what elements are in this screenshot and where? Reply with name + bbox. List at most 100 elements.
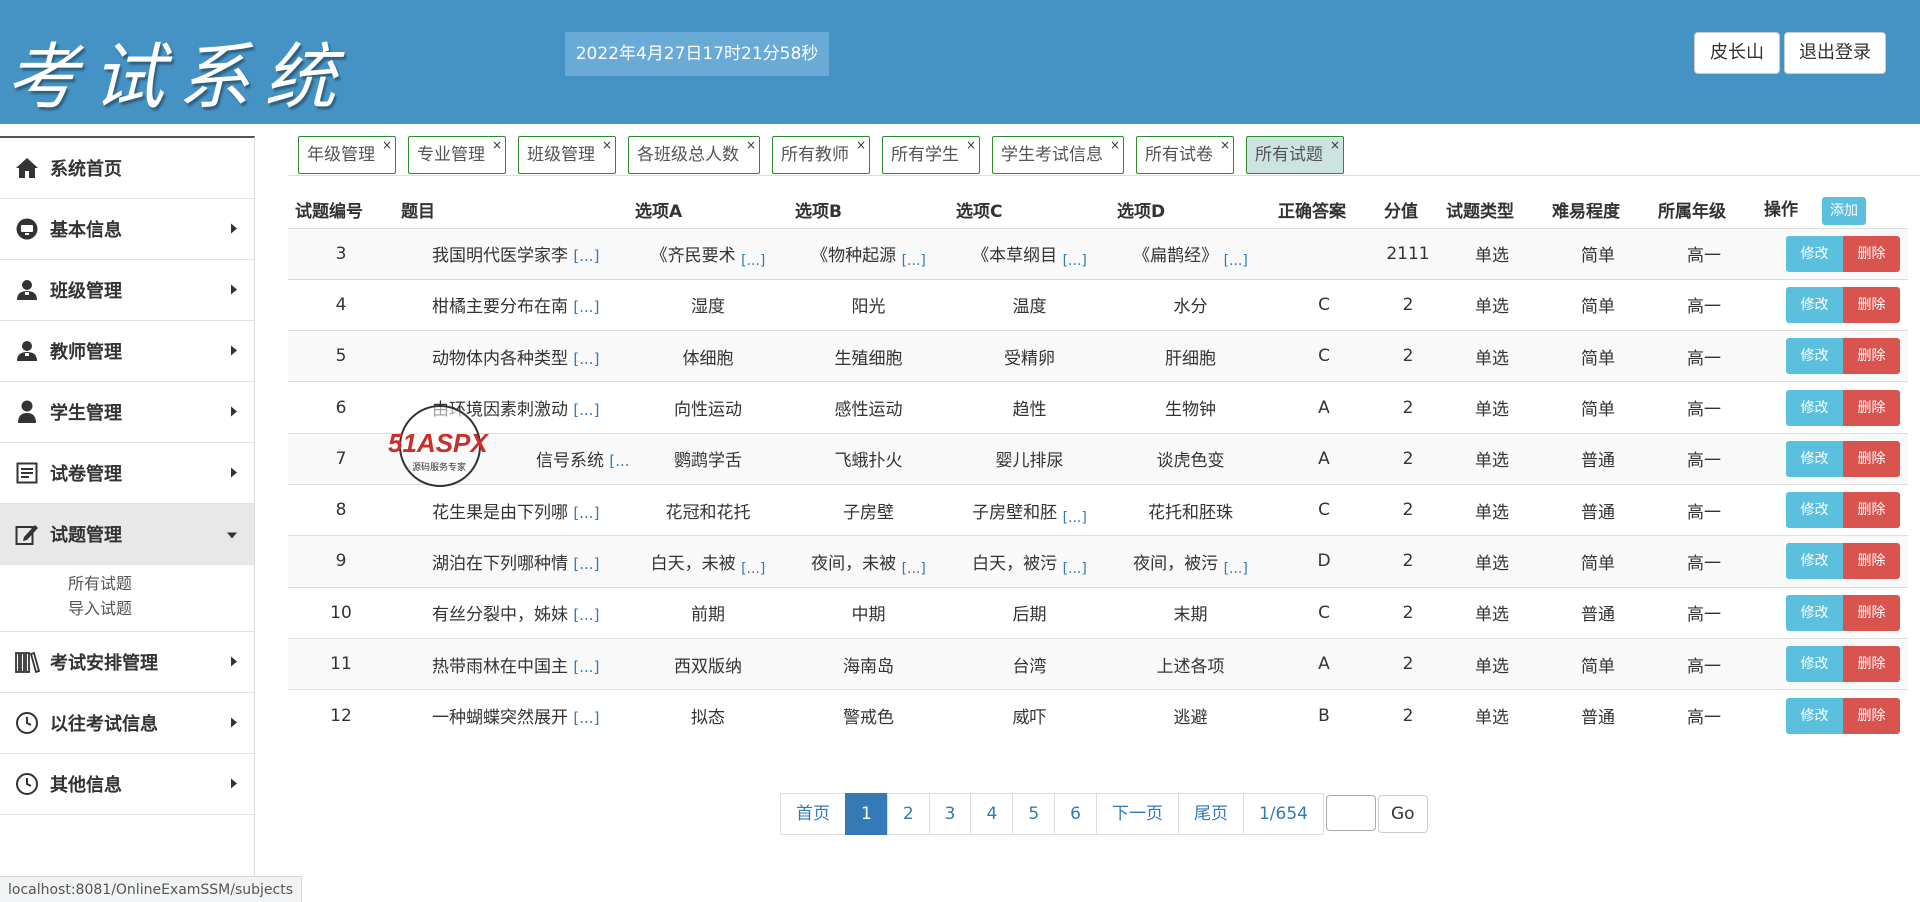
delete-button[interactable]: 删除	[1843, 543, 1900, 580]
more-link[interactable]: [...]	[741, 561, 765, 577]
page-4-button[interactable]: 4	[970, 793, 1014, 835]
tab-all-teachers[interactable]: 所有教师 ×	[772, 136, 870, 174]
more-link[interactable]: [...]	[1063, 253, 1087, 269]
cell-type: 单选	[1439, 381, 1545, 434]
delete-button[interactable]: 删除	[1843, 594, 1900, 631]
more-link[interactable]: [...]	[573, 298, 599, 316]
logout-button[interactable]: 退出登录	[1784, 32, 1886, 74]
close-icon[interactable]: ×	[746, 138, 756, 152]
edit-button[interactable]: 修改	[1786, 440, 1843, 477]
more-link[interactable]: [...]	[573, 401, 599, 419]
more-link[interactable]: [...]	[573, 709, 599, 727]
tab-class-management[interactable]: 班级管理 ×	[518, 136, 616, 174]
sidebar-item-class-management[interactable]: 班级管理	[0, 260, 254, 321]
edit-button[interactable]: 修改	[1786, 594, 1843, 631]
cell-grade-text: 高一	[1687, 605, 1721, 626]
page-1-button[interactable]: 1	[845, 793, 888, 835]
tab-student-exam-info[interactable]: 学生考试信息 ×	[992, 136, 1124, 174]
sidebar-item-exam-schedule[interactable]: 考试安排管理	[0, 632, 254, 693]
edit-button[interactable]: 修改	[1786, 286, 1843, 323]
cell-title: 一种蝴蝶突然展开 [...]	[394, 689, 628, 741]
sidebar-item-basic-info[interactable]: 基本信息	[0, 199, 254, 260]
cell-type: 单选	[1439, 483, 1545, 536]
cell-option-d: 谈虎色变	[1110, 432, 1271, 485]
close-icon[interactable]: ×	[602, 138, 612, 152]
page-last-button[interactable]: 尾页	[1177, 793, 1244, 835]
more-link[interactable]: [...]	[902, 253, 926, 269]
tab-all-papers[interactable]: 所有试卷 ×	[1136, 136, 1234, 174]
sidebar-item-student-management[interactable]: 学生管理	[0, 382, 254, 443]
submenu-all-questions[interactable]: 所有试题	[68, 571, 254, 596]
sidebar-item-question-management[interactable]: 试题管理	[0, 504, 254, 565]
user-button[interactable]: 皮长山	[1694, 32, 1780, 74]
edit-button[interactable]: 修改	[1786, 697, 1843, 734]
cell-type: 单选	[1439, 689, 1545, 741]
more-link[interactable]: [...]	[573, 555, 599, 573]
delete-button[interactable]: 删除	[1843, 389, 1900, 426]
delete-button[interactable]: 删除	[1843, 286, 1900, 323]
delete-button[interactable]: 删除	[1843, 440, 1900, 477]
cell-type: 单选	[1439, 227, 1545, 280]
more-link[interactable]: [...]	[902, 561, 926, 577]
delete-button[interactable]: 删除	[1843, 492, 1900, 529]
tab-divider	[288, 175, 1920, 176]
more-link[interactable]: [...]	[1224, 561, 1248, 577]
more-link[interactable]: [...]	[741, 253, 765, 269]
cell-option-c: 温度	[949, 278, 1110, 331]
more-link[interactable]: [...]	[1063, 510, 1087, 526]
delete-button[interactable]: 删除	[1843, 697, 1900, 734]
page-6-button[interactable]: 6	[1054, 793, 1097, 835]
cell-title: 动物体内各种类型 [...]	[394, 330, 628, 382]
edit-button[interactable]: 修改	[1786, 543, 1843, 580]
close-icon[interactable]: ×	[966, 138, 976, 152]
more-link[interactable]: [...]	[573, 606, 599, 624]
delete-button[interactable]: 删除	[1843, 338, 1900, 375]
page-2-button[interactable]: 2	[886, 793, 930, 835]
close-icon[interactable]: ×	[382, 138, 392, 152]
edit-button[interactable]: 修改	[1786, 492, 1843, 529]
sidebar-item-paper-management[interactable]: 试卷管理	[0, 443, 254, 504]
close-icon[interactable]: ×	[856, 138, 866, 152]
tab-all-students[interactable]: 所有学生 ×	[882, 136, 980, 174]
cell-type: 单选	[1439, 637, 1545, 690]
tab-grade-management[interactable]: 年级管理 ×	[298, 136, 396, 174]
page-jump-input[interactable]	[1325, 795, 1376, 831]
edit-button[interactable]: 修改	[1786, 338, 1843, 375]
cell-option-c-text: 后期	[1012, 605, 1047, 626]
tab-class-totals[interactable]: 各班级总人数 ×	[628, 136, 760, 174]
cell-title: 我国明代医学家李 [...]	[394, 227, 628, 280]
sidebar-item-home[interactable]: 系统首页	[0, 138, 254, 199]
edit-button[interactable]: 修改	[1786, 235, 1843, 272]
page-next-button[interactable]: 下一页	[1095, 793, 1179, 835]
submenu-import-questions[interactable]: 导入试题	[68, 596, 254, 621]
close-icon[interactable]: ×	[492, 138, 502, 152]
more-link[interactable]: [...]	[1224, 253, 1248, 269]
close-icon[interactable]: ×	[1330, 138, 1340, 152]
close-icon[interactable]: ×	[1110, 138, 1120, 152]
add-question-button[interactable]: 添加	[1822, 196, 1866, 225]
tab-all-questions[interactable]: 所有试题 ×	[1246, 136, 1344, 174]
more-link[interactable]: [...]	[573, 658, 599, 676]
edit-button[interactable]: 修改	[1786, 646, 1843, 683]
sidebar-item-other-info[interactable]: 其他信息	[0, 754, 254, 815]
more-link[interactable]: [...]	[573, 504, 599, 522]
cell-option-c: 白天，被污 [...]	[949, 535, 1110, 588]
page-go-button[interactable]: Go	[1377, 795, 1428, 833]
cell-level: 简单	[1545, 227, 1651, 280]
more-link[interactable]: [...]	[573, 350, 599, 368]
more-link[interactable]: [...]	[1063, 561, 1087, 577]
tab-major-management[interactable]: 专业管理 ×	[408, 136, 506, 174]
sidebar-item-teacher-management[interactable]: 教师管理	[0, 321, 254, 382]
more-link[interactable]: [...]	[609, 452, 628, 470]
delete-button[interactable]: 删除	[1843, 235, 1900, 272]
cell-option-b: 生殖细胞	[788, 330, 949, 382]
cell-level: 普通	[1545, 483, 1651, 536]
page-5-button[interactable]: 5	[1012, 793, 1056, 835]
delete-button[interactable]: 删除	[1843, 646, 1900, 683]
sidebar-item-past-exams[interactable]: 以往考试信息	[0, 693, 254, 754]
page-3-button[interactable]: 3	[928, 793, 972, 835]
edit-button[interactable]: 修改	[1786, 389, 1843, 426]
page-first-button[interactable]: 首页	[780, 793, 846, 835]
close-icon[interactable]: ×	[1220, 138, 1230, 152]
more-link[interactable]: [...]	[573, 247, 599, 265]
